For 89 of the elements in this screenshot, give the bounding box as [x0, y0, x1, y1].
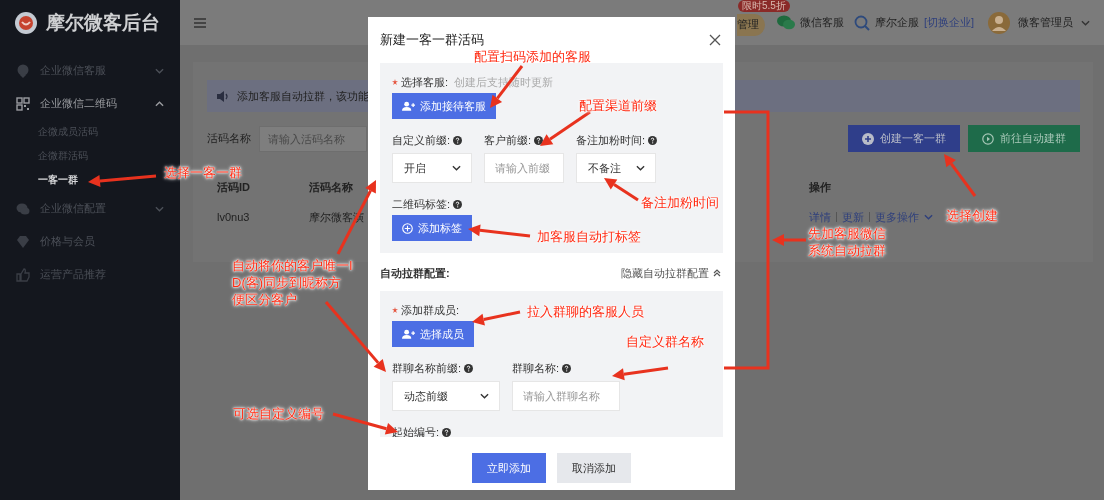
search-icon	[853, 14, 870, 31]
annotation-text: 可选自定义编号	[233, 405, 324, 422]
add-person-icon	[402, 329, 415, 339]
add-agent-button[interactable]: 添加接待客服	[392, 93, 496, 119]
input-field[interactable]: 请输入群聊名称	[512, 381, 620, 411]
sidebar-subitem[interactable]: 一客一群	[0, 168, 86, 192]
help-icon	[453, 199, 463, 209]
select-field[interactable]: 动态前缀	[392, 381, 500, 411]
add-tag-button[interactable]: 添加标签	[392, 215, 472, 241]
avatar	[988, 11, 1010, 34]
sidebar-item[interactable]: 企业微信二维码	[0, 87, 180, 120]
annotation-arrow	[88, 174, 157, 187]
help-icon	[648, 135, 658, 145]
chevron-down-icon	[155, 205, 164, 212]
annotation-arrow	[604, 178, 639, 202]
cancel-button[interactable]: 取消添加	[557, 453, 631, 483]
chevron-down-icon	[1081, 19, 1090, 26]
close-icon[interactable]	[709, 34, 721, 46]
field-label: 群聊名称:	[512, 360, 560, 376]
switch-link[interactable]: [切换企业]	[923, 15, 974, 30]
chevron-down-icon	[155, 67, 164, 74]
action-link[interactable]: 更新	[842, 209, 864, 225]
create-button[interactable]: 创建一客一群	[848, 125, 960, 152]
field-label: 备注加粉时间:	[576, 132, 646, 148]
speaker-icon	[217, 90, 229, 102]
column-header: 活码ID	[217, 179, 250, 195]
dialog-title: 新建一客一群活码	[380, 31, 484, 49]
section-title: 自动拉群配置:	[380, 265, 450, 281]
annotation-text: 配置渠道前缀	[579, 97, 657, 114]
annotation-arrow	[324, 301, 386, 372]
qr-code-icon	[16, 96, 30, 111]
table-cell: lv0nu3	[217, 211, 250, 223]
add-circle-icon	[402, 222, 413, 234]
chevron-down-icon	[924, 214, 933, 220]
column-header: 活码名称	[309, 179, 353, 195]
header-link[interactable]: 微信客服	[799, 15, 844, 30]
select-field[interactable]: 开启	[392, 153, 472, 183]
plan-button[interactable]: 管理	[736, 13, 765, 36]
annotation-text: 选择创建	[946, 207, 998, 224]
annotation-arrow	[612, 366, 669, 381]
auto-group-button[interactable]: 前往自动建群	[968, 125, 1080, 152]
submit-button[interactable]: 立即添加	[472, 453, 546, 483]
help-icon	[464, 363, 474, 373]
logo-icon	[14, 10, 38, 35]
annotation-text: 拉入群聊的客服人员	[527, 303, 644, 320]
discount-badge: 限时5.5折	[737, 0, 790, 12]
select-members-button[interactable]: 选择成员	[392, 321, 474, 347]
header-link[interactable]: 摩尔企服	[874, 15, 919, 30]
chevron-down-icon	[452, 165, 461, 171]
chevron-down-icon	[636, 165, 645, 171]
play-icon	[982, 132, 994, 145]
field-label: 自定义前缀:	[392, 132, 451, 148]
annotation-text: 自定义群名称	[626, 333, 704, 350]
annotation-arrow	[472, 310, 521, 326]
user-name[interactable]: 微客管理员	[1018, 15, 1073, 30]
annotation-text: 自动将你的客户唯一ID(客)同步到昵称方便区分客户	[232, 257, 354, 308]
help-icon	[453, 135, 463, 145]
help-icon	[562, 363, 572, 373]
field-label: 群聊名称前缀:	[392, 360, 462, 376]
annotation-arrow	[772, 234, 806, 246]
toggle-link[interactable]: 隐藏自动拉群配置	[621, 265, 721, 281]
annotation-arrow	[468, 224, 531, 238]
plus-icon	[862, 132, 874, 145]
annotation-text: 备注加粉时间	[641, 194, 719, 211]
chevron-down-icon	[480, 393, 489, 399]
add-person-icon	[402, 101, 415, 111]
action-link[interactable]: 更多操作	[875, 209, 919, 225]
chat-bubbles-icon	[776, 15, 795, 30]
annotation-arrow	[944, 154, 977, 197]
help-icon	[442, 427, 452, 437]
search-label: 活码名称	[207, 131, 251, 146]
annotation-text: 先加客服微信系统自动拉群	[808, 225, 887, 259]
thumbs-up-icon	[16, 267, 30, 282]
double-chevron-up-icon	[713, 269, 721, 277]
select-field[interactable]: 不备注	[576, 153, 656, 183]
help-icon	[534, 135, 544, 145]
app-title: 摩尔微客后台	[46, 10, 160, 35]
annotation-text: 配置扫码添加的客服	[474, 48, 591, 65]
notice-text: 添加客服自动拉群，该功能	[237, 88, 369, 104]
input-field[interactable]: 请输入前缀	[484, 153, 564, 183]
field-label: 选择客服:	[401, 74, 449, 90]
field-label: 二维码标签:	[392, 196, 451, 212]
chat-bubbles-icon	[16, 201, 30, 216]
field-label: 添加群成员:	[401, 302, 460, 318]
field-label: 客户前缀:	[484, 132, 532, 148]
column-header: 操作	[808, 179, 831, 195]
chevron-up-icon	[155, 100, 164, 107]
annotation-text: 加客服自动打标签	[537, 228, 641, 245]
diamond-icon	[16, 234, 30, 249]
